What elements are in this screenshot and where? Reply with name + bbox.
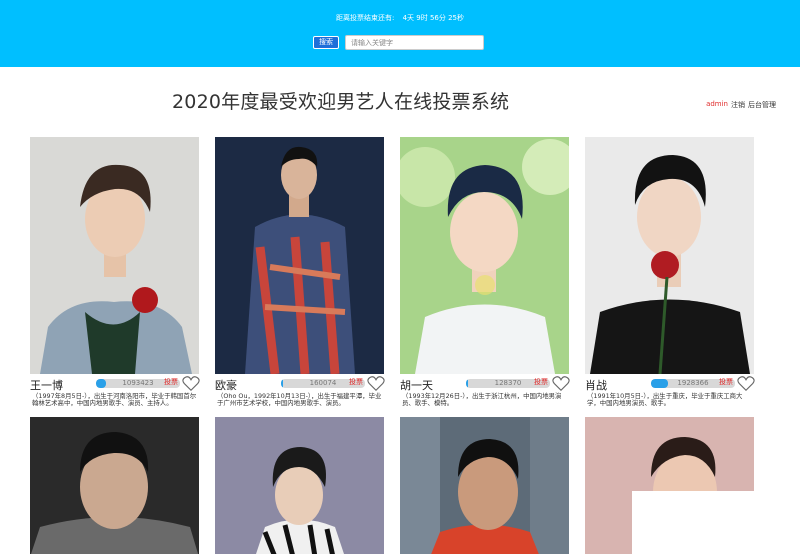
candidate-card-2: 欧豪 160074 投票 （Oho Ou，1992年10月13日-），出生于福建… bbox=[215, 137, 387, 417]
candidate-photo[interactable] bbox=[215, 417, 384, 554]
header-bar: 距离投票结束还有: 4天 9时 56分 25秒 搜索 bbox=[0, 0, 800, 67]
search-button[interactable]: 搜索 bbox=[313, 36, 339, 49]
candidate-info: 肖战 1928366 投票 bbox=[585, 375, 757, 393]
candidate-info: 王一博 1093423 投票 bbox=[30, 375, 202, 393]
heart-icon[interactable] bbox=[367, 375, 385, 392]
candidate-bio: （Oho Ou，1992年10月13日-），出生于福建平潭，毕业于广州市艺术学校… bbox=[217, 392, 382, 407]
heart-icon[interactable] bbox=[182, 375, 200, 392]
candidate-bio: （1993年12月26日-），出生于浙江杭州，中国内地男演员、歌手、模特。 bbox=[402, 392, 562, 407]
countdown-value: 4天 9时 56分 25秒 bbox=[402, 14, 464, 22]
candidate-name: 胡一天 bbox=[400, 379, 433, 392]
candidate-photo[interactable] bbox=[30, 137, 199, 374]
countdown: 距离投票结束还有: 4天 9时 56分 25秒 bbox=[0, 13, 800, 23]
user-bar: admin 注销 后台管理 bbox=[706, 100, 776, 110]
vote-button[interactable]: 投票 bbox=[164, 377, 178, 387]
candidate-card-3: 胡一天 128370 投票 （1993年12月26日-），出生于浙江杭州，中国内… bbox=[400, 137, 572, 417]
candidate-card-4: 肖战 1928366 投票 （1991年10月5日-），出生于重庆，毕业于重庆工… bbox=[585, 137, 757, 417]
candidate-bio: （1991年10月5日-），出生于重庆，毕业于重庆工商大学，中国内地男演员、歌手… bbox=[587, 392, 743, 407]
candidate-info: 胡一天 128370 投票 bbox=[400, 375, 572, 393]
countdown-label: 距离投票结束还有: bbox=[336, 14, 395, 22]
search-input[interactable] bbox=[345, 35, 484, 50]
vote-button[interactable]: 投票 bbox=[349, 377, 363, 387]
candidate-card-6 bbox=[215, 417, 387, 554]
candidate-info: 欧豪 160074 投票 bbox=[215, 375, 387, 393]
candidate-photo[interactable] bbox=[215, 137, 384, 374]
heart-icon[interactable] bbox=[552, 375, 570, 392]
admin-user-link[interactable]: admin bbox=[706, 100, 728, 110]
vote-button[interactable]: 投票 bbox=[719, 377, 733, 387]
vote-button[interactable]: 投票 bbox=[534, 377, 548, 387]
candidate-photo[interactable] bbox=[585, 137, 754, 374]
search-row: 搜索 bbox=[313, 35, 484, 50]
candidate-photo[interactable] bbox=[400, 137, 569, 374]
overlay-panel bbox=[632, 491, 800, 554]
page-title: 2020年度最受欢迎男艺人在线投票系统 bbox=[172, 91, 510, 113]
candidate-name: 欧豪 bbox=[215, 379, 237, 392]
candidate-card-1: 王一博 1093423 投票 （1997年8月5日-），出生于河南洛阳市，毕业于… bbox=[30, 137, 202, 417]
candidate-photo[interactable] bbox=[30, 417, 199, 554]
logout-link[interactable]: 注销 bbox=[731, 100, 745, 110]
candidate-card-5 bbox=[30, 417, 202, 554]
candidate-photo[interactable] bbox=[400, 417, 569, 554]
candidate-card-7 bbox=[400, 417, 572, 554]
candidate-name: 王一博 bbox=[30, 379, 63, 392]
candidate-bio: （1997年8月5日-），出生于河南洛阳市，毕业于韩国首尔翰林艺术高中，中国内地… bbox=[32, 392, 197, 407]
heart-icon[interactable] bbox=[737, 375, 755, 392]
admin-panel-link[interactable]: 后台管理 bbox=[748, 100, 776, 110]
candidate-name: 肖战 bbox=[585, 379, 607, 392]
